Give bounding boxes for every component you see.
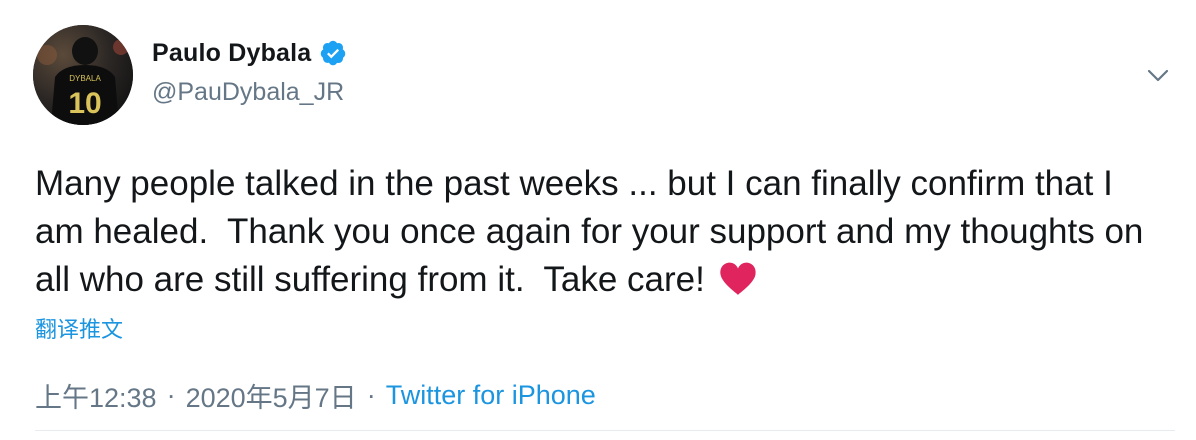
tweet-card: DYBALA 10 Paulo Dybala @PauDybala_JR Man… (0, 0, 1196, 440)
avatar[interactable]: DYBALA 10 (33, 25, 133, 125)
divider (35, 430, 1175, 431)
meta-separator-2: · (366, 380, 376, 410)
meta-separator: · (166, 380, 176, 410)
verified-badge-icon (321, 40, 346, 66)
heart-icon (719, 262, 756, 295)
svg-text:DYBALA: DYBALA (69, 74, 101, 83)
tweet-source-link[interactable]: Twitter for iPhone (386, 380, 596, 411)
tweet-meta: 上午12:38 · 2020年5月7日 · Twitter for iPhone (35, 376, 596, 415)
tweet-date[interactable]: 2020年5月7日 (186, 376, 357, 415)
tweet-text-body: Many people talked in the past weeks ...… (35, 164, 1154, 299)
translate-tweet-link[interactable]: 翻译推文 (35, 312, 123, 344)
display-name[interactable]: Paulo Dybala (152, 39, 311, 68)
svg-text:10: 10 (68, 87, 101, 120)
author-name-row[interactable]: Paulo Dybala (152, 36, 347, 70)
author-handle[interactable]: @PauDybala_JR (152, 78, 344, 107)
tweet-time[interactable]: 上午12:38 (35, 376, 157, 415)
avatar-image: DYBALA 10 (33, 25, 133, 125)
tweet-text: Many people talked in the past weeks ...… (35, 160, 1155, 304)
chevron-down-icon[interactable] (1143, 60, 1173, 90)
